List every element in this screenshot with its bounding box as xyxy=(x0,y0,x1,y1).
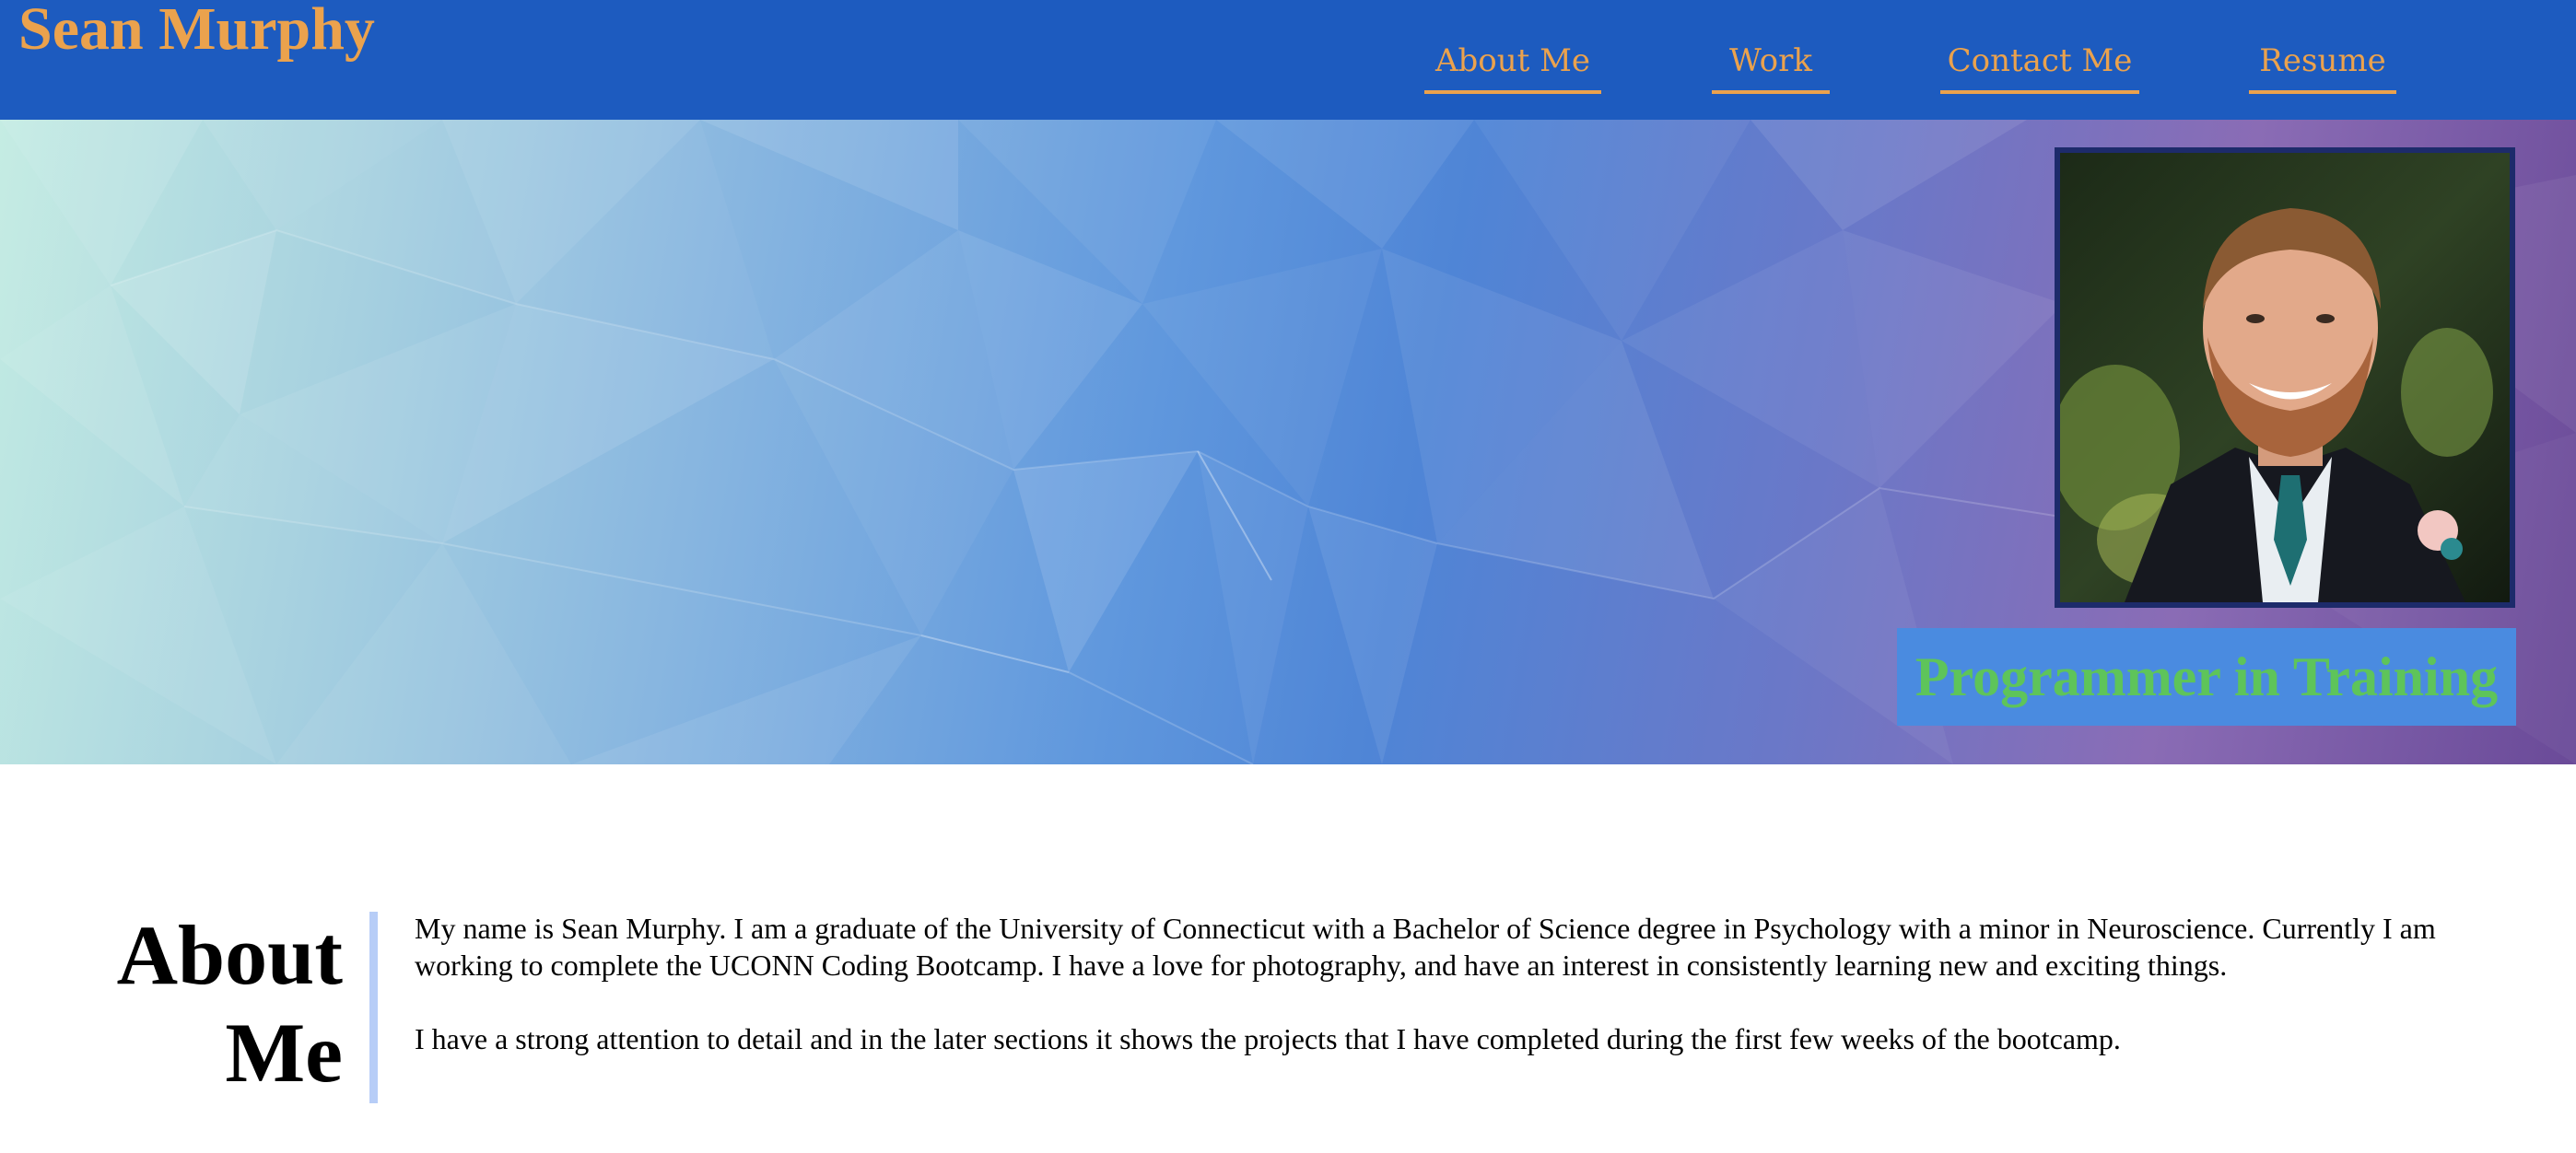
nav-underline xyxy=(1712,90,1830,94)
nav-underline xyxy=(2249,90,2396,94)
nav-link-label: About Me xyxy=(1434,42,1591,79)
nav-underline xyxy=(1424,90,1601,94)
nav-link-resume[interactable]: Resume xyxy=(2249,42,2396,94)
nav-link-work[interactable]: Work xyxy=(1712,42,1830,94)
profile-photo xyxy=(2055,147,2515,608)
tagline-banner: Programmer in Training xyxy=(1897,628,2516,726)
nav-link-label: Work xyxy=(1729,42,1812,79)
page: Sean Murphy About Me Work Contact Me Res… xyxy=(0,0,2576,1153)
portrait-illustration xyxy=(2060,153,2510,602)
site-name[interactable]: Sean Murphy xyxy=(18,0,375,64)
nav-link-about-me[interactable]: About Me xyxy=(1424,42,1601,94)
nav-link-contact-me[interactable]: Contact Me xyxy=(1940,42,2139,94)
about-heading-line2: Me xyxy=(225,1006,343,1100)
about-paragraph: I have a strong attention to detail and … xyxy=(415,1022,2121,1055)
site-header: Sean Murphy About Me Work Contact Me Res… xyxy=(0,0,2576,120)
tagline-text: Programmer in Training xyxy=(1914,646,2499,707)
about-heading-line1: About xyxy=(116,908,343,1002)
nav-link-label: Resume xyxy=(2259,42,2386,79)
about-paragraph: My name is Sean Murphy. I am a graduate … xyxy=(415,912,2436,982)
nav-underline xyxy=(1940,90,2139,94)
about-me-text: My name is Sean Murphy. I am a graduate … xyxy=(415,910,2478,1094)
about-divider xyxy=(369,912,378,1103)
hero-banner: Programmer in Training xyxy=(0,120,2576,764)
about-me-heading: About Me xyxy=(101,906,343,1101)
nav-link-label: Contact Me xyxy=(1947,42,2133,79)
